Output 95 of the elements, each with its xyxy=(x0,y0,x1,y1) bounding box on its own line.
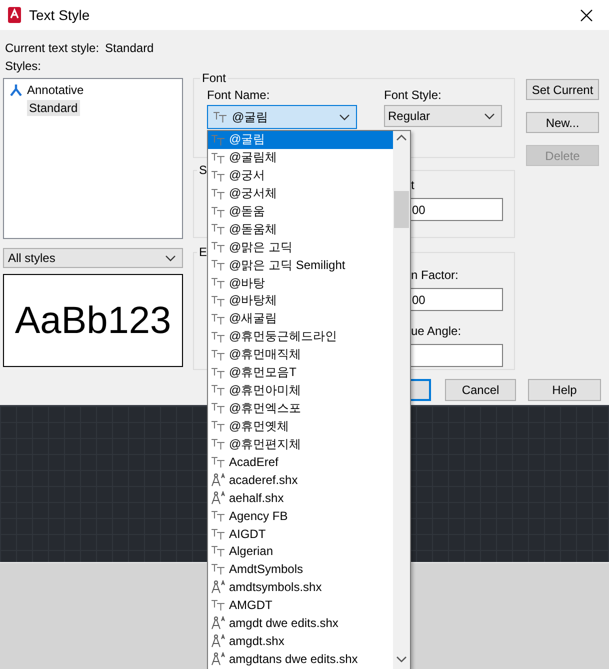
cancel-button[interactable]: Cancel xyxy=(445,379,516,401)
truetype-icon xyxy=(211,599,225,612)
compass-icon xyxy=(211,580,225,594)
preview-text: AaBb123 xyxy=(14,300,172,343)
apply-button[interactable] xyxy=(411,379,431,401)
compass-icon xyxy=(211,616,225,630)
font-option[interactable]: AMGDT xyxy=(208,596,393,614)
close-icon[interactable] xyxy=(580,8,593,22)
font-option[interactable]: @돋움 xyxy=(208,202,393,220)
field-label: t xyxy=(411,178,414,192)
truetype-icon xyxy=(211,188,225,200)
field-label: n Factor: xyxy=(411,268,458,282)
font-option[interactable]: @궁서 xyxy=(208,166,393,185)
truetype-icon xyxy=(211,330,225,343)
truetype-icon xyxy=(211,294,225,307)
truetype-icon xyxy=(213,111,227,123)
truetype-icon xyxy=(211,384,225,396)
truetype-icon xyxy=(211,259,225,272)
font-option[interactable]: @휴먼모음T xyxy=(208,364,393,382)
font-option[interactable]: @휴먼매직체 xyxy=(208,346,393,364)
app-logo-icon xyxy=(8,7,21,23)
font-option[interactable]: amgdt dwe edits.shx xyxy=(208,614,393,632)
font-option[interactable]: @돋움체 xyxy=(208,220,393,238)
font-option[interactable]: amgdt.shx xyxy=(208,632,393,650)
font-option[interactable]: @굴림 xyxy=(208,131,393,149)
font-option[interactable]: @휴먼옛체 xyxy=(208,417,393,436)
font-name-dropdown[interactable]: @굴림 xyxy=(207,105,357,129)
caret-icon xyxy=(165,254,176,262)
truetype-icon xyxy=(211,528,225,540)
font-option[interactable]: @바탕체 xyxy=(208,292,393,310)
scroll-up-icon[interactable] xyxy=(396,134,407,141)
font-option[interactable]: amdtsymbols.shx xyxy=(208,578,393,596)
compass-icon xyxy=(211,634,225,648)
font-option[interactable]: AIGDT xyxy=(208,524,393,542)
oblique-angle-field[interactable] xyxy=(411,344,503,367)
font-style-dropdown[interactable]: Regular xyxy=(384,105,502,127)
font-option[interactable]: @휴먼둥근헤드라인 xyxy=(208,328,393,346)
scroll-thumb[interactable] xyxy=(394,191,409,228)
caret-icon xyxy=(339,114,350,120)
truetype-icon xyxy=(211,402,225,414)
font-option[interactable]: AcadEref xyxy=(208,453,393,471)
group-label: Font xyxy=(200,71,228,85)
compass-icon xyxy=(211,652,225,666)
font-option[interactable]: @새굴림 xyxy=(208,310,393,328)
font-option[interactable]: AmdtSymbols xyxy=(208,560,393,578)
compass-icon xyxy=(211,490,225,505)
truetype-icon xyxy=(211,545,225,558)
set-current-button[interactable]: Set Current xyxy=(526,79,599,100)
font-option[interactable]: Algerian xyxy=(208,542,393,560)
truetype-icon xyxy=(211,510,225,522)
compass-icon xyxy=(211,472,225,487)
truetype-icon xyxy=(211,438,225,450)
font-option[interactable]: acaderef.shx xyxy=(208,470,393,489)
truetype-icon xyxy=(211,152,225,164)
current-style-label: Current text style: xyxy=(5,40,100,54)
styles-filter-dropdown[interactable]: All styles xyxy=(3,248,183,268)
truetype-icon xyxy=(211,348,225,361)
help-button[interactable]: Help xyxy=(528,379,601,401)
truetype-icon xyxy=(211,223,225,236)
width-factor-field[interactable]: 00 xyxy=(411,288,503,311)
truetype-icon xyxy=(211,170,225,182)
truetype-icon xyxy=(211,312,225,325)
truetype-icon xyxy=(211,206,225,218)
font-option[interactable]: amgdtans dwe edits.shx xyxy=(208,650,393,668)
field-label: ue Angle: xyxy=(411,324,462,338)
truetype-icon xyxy=(211,456,225,468)
height-field[interactable]: 00 xyxy=(411,198,503,221)
font-option[interactable]: @궁서체 xyxy=(208,184,393,203)
font-option[interactable]: @바탕 xyxy=(208,274,393,292)
truetype-icon xyxy=(211,366,225,379)
current-style-value: Standard xyxy=(105,40,154,54)
scrollbar[interactable] xyxy=(393,131,410,669)
truetype-icon xyxy=(211,563,225,576)
font-option[interactable]: @굴림체 xyxy=(208,148,393,167)
style-item[interactable]: Standard xyxy=(27,100,80,116)
font-option[interactable]: Agency FB xyxy=(208,506,393,525)
window-title: Text Style xyxy=(29,7,90,23)
font-option[interactable]: @휴먼편지체 xyxy=(208,435,393,454)
new-button[interactable]: New... xyxy=(526,112,599,133)
caret-icon xyxy=(484,112,495,120)
font-option[interactable]: @맑은 고딕 xyxy=(208,238,393,256)
style-item[interactable]: Annotative xyxy=(25,82,86,98)
truetype-icon xyxy=(211,241,225,254)
field-label: Font Style: xyxy=(384,88,442,102)
font-option[interactable]: @휴먼엑스포 xyxy=(208,399,393,418)
annotative-icon xyxy=(10,84,22,96)
font-option[interactable]: @휴먼아미체 xyxy=(208,381,393,400)
field-label: Font Name: xyxy=(207,88,271,102)
styles-label: Styles: xyxy=(5,59,42,73)
truetype-icon xyxy=(211,420,225,432)
truetype-icon xyxy=(211,277,225,290)
font-option[interactable]: aehalf.shx xyxy=(208,488,393,507)
font-option[interactable]: @맑은 고딕 Semilight xyxy=(208,256,393,274)
truetype-icon xyxy=(211,134,225,146)
scroll-down-icon[interactable] xyxy=(396,656,407,663)
